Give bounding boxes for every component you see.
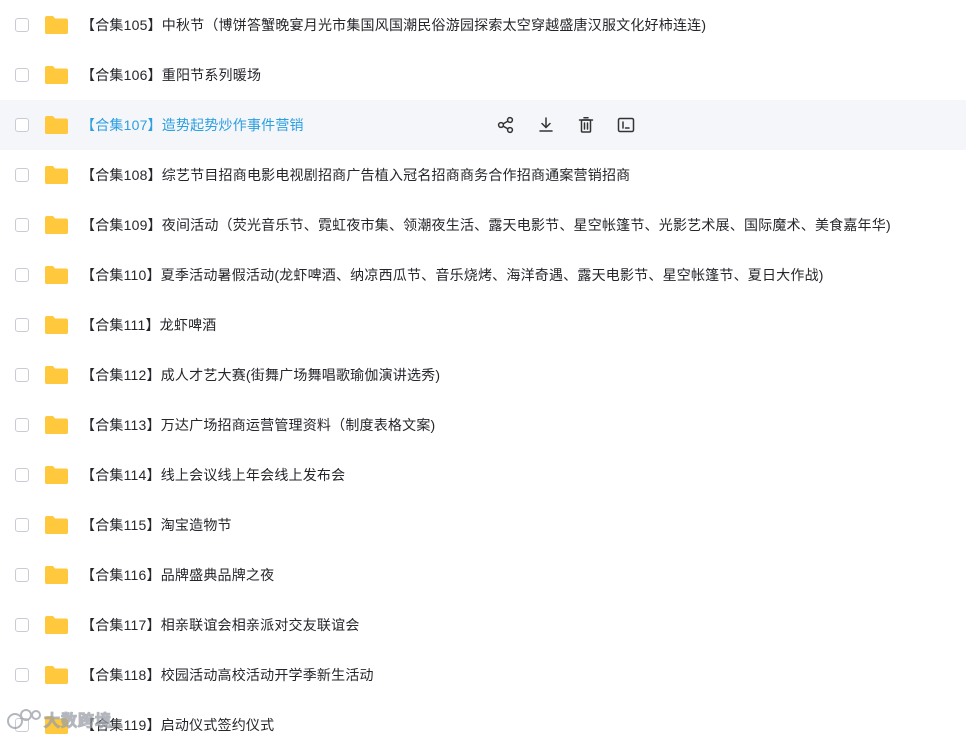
folder-row[interactable]: 【合集108】综艺节目招商电影电视剧招商广告植入冠名招商商务合作招商通案营销招商 bbox=[0, 150, 966, 200]
folder-name[interactable]: 【合集109】夜间活动（荧光音乐节、霓虹夜市集、领潮夜生活、露天电影节、星空帐篷… bbox=[81, 215, 891, 235]
folder-row[interactable]: 【合集119】启动仪式签约仪式 bbox=[0, 700, 966, 739]
row-checkbox[interactable] bbox=[15, 168, 29, 182]
watermark-text: 大数跨境 bbox=[43, 713, 113, 731]
folder-row[interactable]: 【合集106】重阳节系列暖场 bbox=[0, 50, 966, 100]
folder-icon bbox=[44, 465, 69, 485]
row-checkbox[interactable] bbox=[15, 68, 29, 82]
folder-name[interactable]: 【合集108】综艺节目招商电影电视剧招商广告植入冠名招商商务合作招商通案营销招商 bbox=[81, 165, 630, 185]
folder-row[interactable]: 【合集113】万达广场招商运营管理资料（制度表格文案) bbox=[0, 400, 966, 450]
folder-icon bbox=[44, 665, 69, 685]
watermark-logo-icon bbox=[7, 709, 41, 729]
folder-row[interactable]: 【合集110】夏季活动暑假活动(龙虾啤酒、纳凉西瓜节、音乐烧烤、海洋奇遇、露天电… bbox=[0, 250, 966, 300]
folder-icon bbox=[44, 65, 69, 85]
download-icon bbox=[536, 115, 556, 135]
folder-name[interactable]: 【合集113】万达广场招商运营管理资料（制度表格文案) bbox=[81, 415, 435, 435]
folder-name[interactable]: 【合集118】校园活动高校活动开学季新生活动 bbox=[81, 665, 374, 685]
folder-row[interactable]: 【合集105】中秋节（博饼答蟹晚宴月光市集国风国潮民俗游园探索太空穿越盛唐汉服文… bbox=[0, 0, 966, 50]
download-button[interactable] bbox=[535, 114, 557, 136]
row-checkbox[interactable] bbox=[15, 568, 29, 582]
row-checkbox[interactable] bbox=[15, 118, 29, 132]
folder-icon bbox=[44, 615, 69, 635]
share-button[interactable] bbox=[495, 114, 517, 136]
folder-icon bbox=[44, 215, 69, 235]
watermark: 大数跨境 bbox=[6, 707, 112, 731]
file-list: 【合集105】中秋节（博饼答蟹晚宴月光市集国风国潮民俗游园探索太空穿越盛唐汉服文… bbox=[0, 0, 966, 739]
folder-name[interactable]: 【合集107】造势起势炒作事件营销 bbox=[81, 115, 304, 135]
folder-row[interactable]: 【合集116】品牌盛典品牌之夜 bbox=[0, 550, 966, 600]
folder-icon bbox=[44, 415, 69, 435]
folder-name[interactable]: 【合集112】成人才艺大赛(街舞广场舞唱歌瑜伽演讲选秀) bbox=[81, 365, 440, 385]
row-checkbox[interactable] bbox=[15, 418, 29, 432]
folder-row[interactable]: 【合集114】线上会议线上年会线上发布会 bbox=[0, 450, 966, 500]
row-checkbox[interactable] bbox=[15, 618, 29, 632]
delete-icon bbox=[576, 115, 596, 135]
folder-name[interactable]: 【合集117】相亲联谊会相亲派对交友联谊会 bbox=[81, 615, 360, 635]
folder-name[interactable]: 【合集115】淘宝造物节 bbox=[81, 515, 232, 535]
folder-icon bbox=[44, 165, 69, 185]
row-checkbox[interactable] bbox=[15, 668, 29, 682]
row-checkbox[interactable] bbox=[15, 318, 29, 332]
row-checkbox[interactable] bbox=[15, 18, 29, 32]
folder-name[interactable]: 【合集106】重阳节系列暖场 bbox=[81, 65, 261, 85]
folder-row[interactable]: 【合集112】成人才艺大赛(街舞广场舞唱歌瑜伽演讲选秀) bbox=[0, 350, 966, 400]
folder-row[interactable]: 【合集117】相亲联谊会相亲派对交友联谊会 bbox=[0, 600, 966, 650]
folder-icon bbox=[44, 115, 69, 135]
folder-row[interactable]: 【合集111】龙虾啤酒 bbox=[0, 300, 966, 350]
row-actions bbox=[495, 114, 655, 136]
delete-button[interactable] bbox=[575, 114, 597, 136]
row-checkbox[interactable] bbox=[15, 518, 29, 532]
folder-row[interactable]: 【合集109】夜间活动（荧光音乐节、霓虹夜市集、领潮夜生活、露天电影节、星空帐篷… bbox=[0, 200, 966, 250]
row-checkbox[interactable] bbox=[15, 368, 29, 382]
folder-icon bbox=[44, 265, 69, 285]
folder-icon bbox=[44, 515, 69, 535]
folder-row[interactable]: 【合集115】淘宝造物节 bbox=[0, 500, 966, 550]
folder-row[interactable]: 【合集118】校园活动高校活动开学季新生活动 bbox=[0, 650, 966, 700]
folder-icon bbox=[44, 315, 69, 335]
folder-row[interactable]: 【合集107】造势起势炒作事件营销 bbox=[0, 100, 966, 150]
folder-name[interactable]: 【合集116】品牌盛典品牌之夜 bbox=[81, 565, 274, 585]
folder-name[interactable]: 【合集114】线上会议线上年会线上发布会 bbox=[81, 465, 345, 485]
rename-button[interactable] bbox=[615, 114, 637, 136]
share-icon bbox=[496, 115, 516, 135]
rename-icon bbox=[616, 115, 636, 135]
folder-icon bbox=[44, 15, 69, 35]
folder-icon bbox=[44, 565, 69, 585]
row-checkbox[interactable] bbox=[15, 468, 29, 482]
folder-name[interactable]: 【合集111】龙虾啤酒 bbox=[81, 315, 216, 335]
row-checkbox[interactable] bbox=[15, 218, 29, 232]
folder-icon bbox=[44, 365, 69, 385]
folder-name[interactable]: 【合集105】中秋节（博饼答蟹晚宴月光市集国风国潮民俗游园探索太空穿越盛唐汉服文… bbox=[81, 15, 706, 35]
folder-name[interactable]: 【合集110】夏季活动暑假活动(龙虾啤酒、纳凉西瓜节、音乐烧烤、海洋奇遇、露天电… bbox=[81, 265, 824, 285]
row-checkbox[interactable] bbox=[15, 268, 29, 282]
